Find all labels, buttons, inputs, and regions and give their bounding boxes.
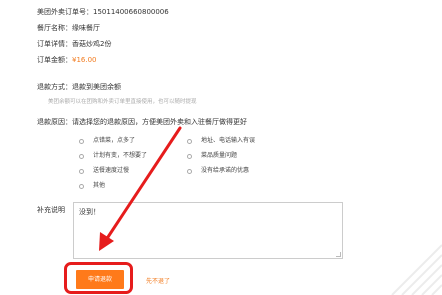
corner-stripes-decoration — [391, 244, 442, 295]
refund-page: 美团外卖订单号：15011400660800006 餐厅名称：缘味餐厅 订单详情… — [0, 0, 442, 295]
